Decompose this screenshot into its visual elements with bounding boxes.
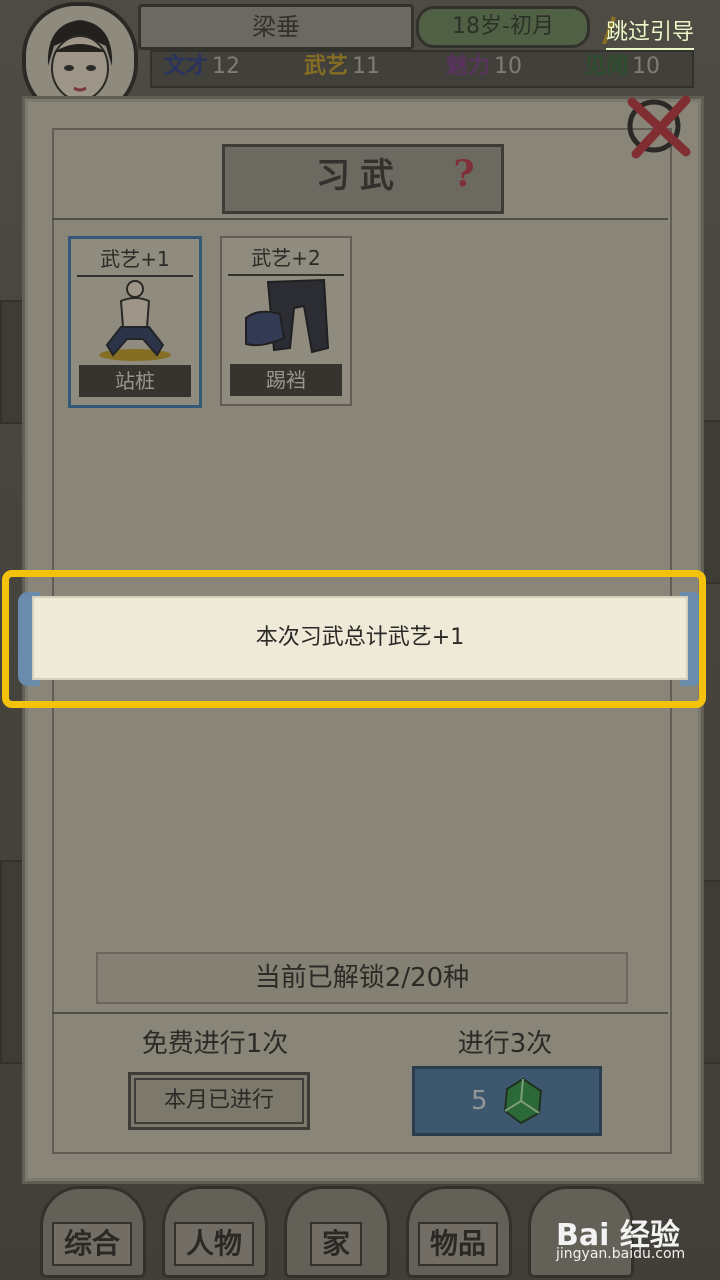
watermark-url: jingyan.baidu.com bbox=[556, 1246, 686, 1262]
watermark: Bai 经验 jingyan.baidu.com bbox=[556, 1210, 706, 1270]
skip-guide-link[interactable]: 跳过引导 bbox=[606, 18, 695, 50]
tutorial-highlight-frame[interactable] bbox=[2, 570, 706, 708]
